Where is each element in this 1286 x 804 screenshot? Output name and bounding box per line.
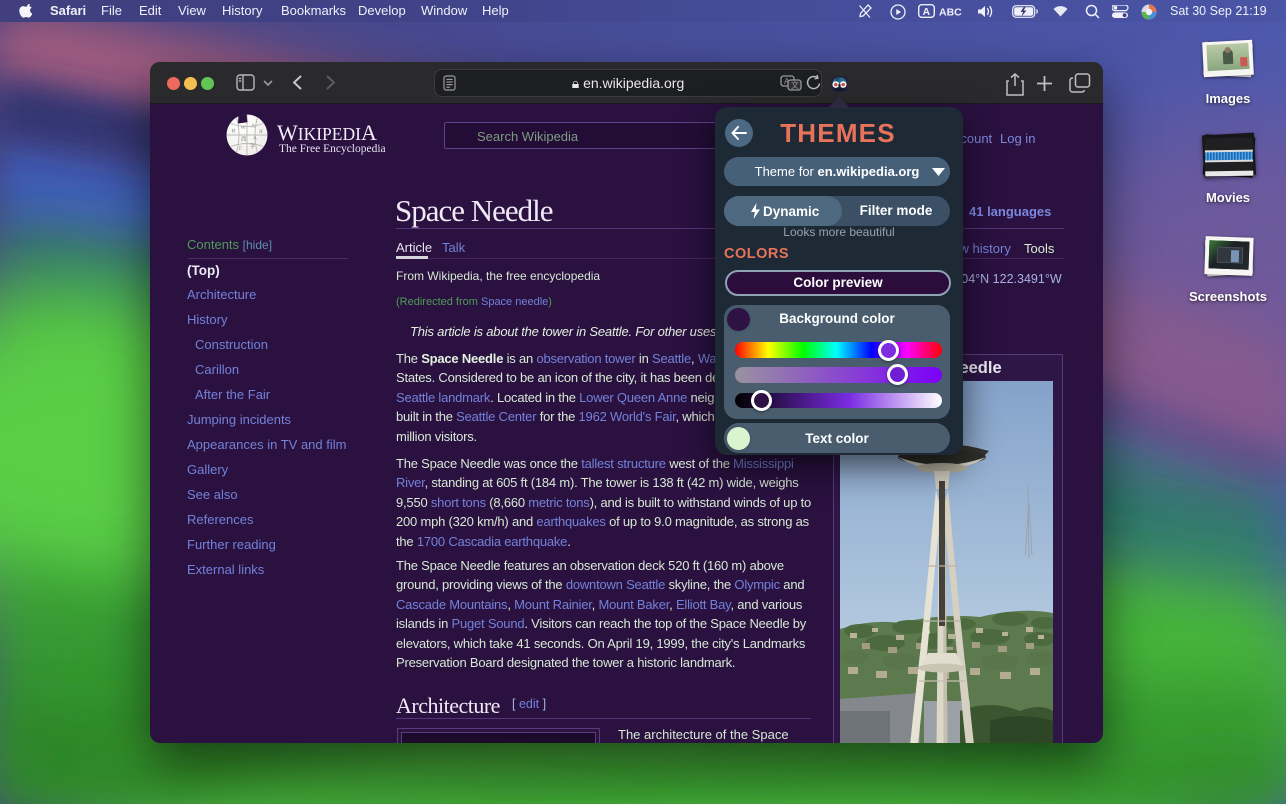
svg-text:ABC: ABC xyxy=(939,7,962,19)
svg-text:W: W xyxy=(241,125,247,131)
svg-text:Я: Я xyxy=(259,129,263,135)
svg-text:И: И xyxy=(232,129,236,135)
svg-text:A: A xyxy=(253,136,257,142)
svg-text:文: 文 xyxy=(791,80,799,90)
svg-text:字: 字 xyxy=(250,142,256,150)
svg-text:西: 西 xyxy=(241,136,247,143)
svg-text:Γ: Γ xyxy=(239,146,242,152)
svg-text:Λ: Λ xyxy=(251,124,255,130)
svg-text:A: A xyxy=(923,6,931,18)
